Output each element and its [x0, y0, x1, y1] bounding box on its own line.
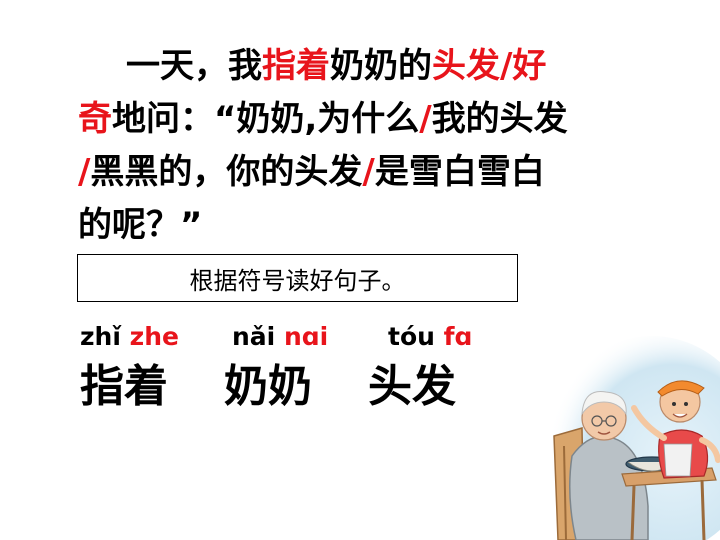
word-zhizhe: 指着: [80, 361, 168, 412]
passage-highlight: 头发: [432, 46, 500, 86]
grandma-and-child-illustration: [552, 336, 720, 540]
pinyin-syllable: zhǐ: [80, 322, 121, 351]
pinyin-neutral-tone: nɑi: [283, 322, 329, 351]
pinyin-toufa: tóu fɑ: [388, 322, 472, 352]
pinyin-neutral-tone: fɑ: [443, 322, 473, 351]
pause-mark: /: [419, 99, 432, 139]
pinyin-syllable: tóu: [388, 322, 435, 351]
pinyin-nainai: nǎi nɑi: [232, 322, 328, 352]
passage-text: 是雪白雪白: [374, 152, 545, 192]
passage-line-3: /黑黑的，你的头发/是雪白雪白: [78, 146, 678, 199]
passage-text: 奶奶的: [330, 46, 432, 86]
passage-text: 的呢？”: [78, 205, 203, 245]
instruction-box: 根据符号读好句子。: [77, 254, 518, 302]
pause-mark: /: [78, 152, 91, 192]
passage-highlight: 指着: [262, 46, 330, 86]
pause-mark: /: [362, 152, 375, 192]
passage-line-2: 奇地问：“奶奶,为什么/我的头发: [78, 93, 678, 146]
passage-highlight: 好: [512, 46, 547, 86]
passage-text: 地问：“奶奶,为什么: [112, 99, 420, 139]
passage-line-1: 一天，我指着奶奶的头发/好: [78, 40, 678, 93]
pause-mark: /: [500, 46, 513, 86]
passage-text: 一天，我: [126, 46, 262, 86]
pinyin-zhizhe: zhǐ zhe: [80, 322, 179, 352]
passage-line-4: 的呢？”: [78, 199, 678, 252]
passage-text: 我的头发: [431, 99, 568, 139]
pinyin-syllable: nǎi: [232, 322, 276, 351]
passage-text: 黑黑的，你的头发: [90, 152, 363, 192]
passage-highlight: 奇: [78, 99, 112, 139]
word-nainai: 奶奶: [224, 361, 312, 412]
instruction-text: 根据符号读好句子。: [189, 266, 406, 295]
word-toufa: 头发: [368, 361, 456, 412]
pinyin-neutral-tone: zhe: [129, 322, 179, 351]
reading-passage: 一天，我指着奶奶的头发/好 奇地问：“奶奶,为什么/我的头发 /黑黑的，你的头发…: [78, 40, 678, 252]
